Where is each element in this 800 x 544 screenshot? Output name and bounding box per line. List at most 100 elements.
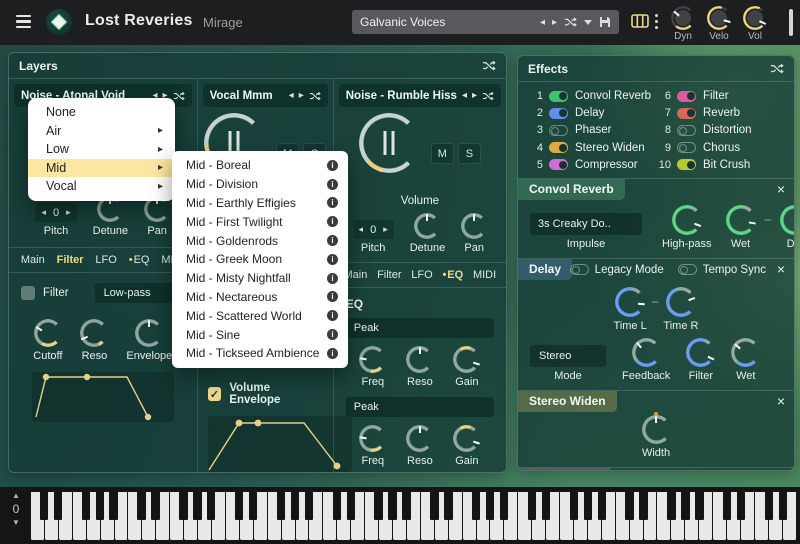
info-icon[interactable]: i [327,310,338,321]
eq-band1-freq-knob[interactable]: Freq [359,346,386,388]
layer-submenu-item[interactable]: Mid - Earthly Effigiesi [172,194,348,213]
layer3-next-icon[interactable]: ▸ [472,90,477,101]
effect-enable-toggle[interactable] [677,91,696,102]
layer3-shuffle-icon[interactable] [482,91,494,101]
layer-submenu-item[interactable]: Mid - Scattered Worldi [172,306,348,325]
piano-black-key[interactable] [151,492,159,520]
info-icon[interactable]: i [327,291,338,302]
piano-black-key[interactable] [625,492,633,520]
layer3-mute-button[interactable]: M [431,143,454,164]
preset-next-icon[interactable]: ▸ [552,17,557,28]
eq-band2-gain-knob[interactable]: Gain [453,425,480,467]
piano-black-key[interactable] [402,492,410,520]
effect-slot-phaser[interactable]: 3Phaser [528,123,656,137]
piano-black-key[interactable] [500,492,508,520]
piano-black-key[interactable] [779,492,787,520]
layer3-header[interactable]: Noise - Rumble Hiss ◂ ▸ [339,84,501,107]
impulse-value[interactable]: 3s Creaky Do.. [530,213,642,235]
piano-black-key[interactable] [235,492,243,520]
layer3-pan-knob[interactable]: Pan [461,213,487,254]
reso-knob[interactable]: Reso [80,319,108,362]
tab-eq[interactable]: •EQ [442,269,463,281]
info-icon[interactable]: i [327,348,338,359]
layer-menu-item-none[interactable]: None [28,103,175,122]
stereo-widen-tab[interactable]: Stereo Widen [518,391,617,412]
effect-enable-toggle[interactable] [549,108,568,119]
effects-shuffle-icon[interactable] [770,63,784,74]
effect-slot-bit-crush[interactable]: 10Bit Crush [656,158,784,172]
layer3-volume-knob[interactable] [359,113,419,173]
time-r-knob[interactable]: Time R [663,287,698,332]
piano-black-key[interactable] [333,492,341,520]
layer2-prev-icon[interactable]: ◂ [289,90,294,101]
effect-slot-filter[interactable]: 6Filter [656,89,784,103]
delay-mode-value[interactable]: Stereo [530,345,606,367]
effect-enable-toggle[interactable] [549,159,568,170]
effect-enable-toggle[interactable] [549,91,568,102]
stereo-widen-close-icon[interactable]: × [777,394,785,408]
octave-up-icon[interactable]: ▲ [12,491,20,500]
piano-black-key[interactable] [472,492,480,520]
delay-close-icon[interactable]: × [777,262,785,276]
piano-black-key[interactable] [305,492,313,520]
piano-black-key[interactable] [695,492,703,520]
piano-black-key[interactable] [430,492,438,520]
layer1-shuffle-icon[interactable] [173,91,185,101]
piano-black-key[interactable] [486,492,494,520]
layer-menu-item-vocal[interactable]: Vocal▸ [28,177,175,196]
tab-eq[interactable]: •EQ [129,254,150,266]
layer-menu-item-low[interactable]: Low▸ [28,140,175,159]
tab-main[interactable]: Main [21,254,45,266]
info-icon[interactable]: i [327,273,338,284]
effect-slot-stereo-widen[interactable]: 4Stereo Widen [528,141,656,155]
pitch-decrement-icon[interactable]: ◂ [359,224,364,235]
piano-black-key[interactable] [639,492,647,520]
legacy-mode-toggle[interactable]: Legacy Mode [570,264,664,276]
piano-black-key[interactable] [388,492,396,520]
effect-enable-toggle[interactable] [677,125,696,136]
cutoff-knob[interactable]: Cutoff [33,319,62,362]
convol-reverb-tab[interactable]: Convol Reverb [518,179,625,200]
delay-wet-knob[interactable]: Wet [731,338,760,382]
piano-black-key[interactable] [347,492,355,520]
effect-slot-delay[interactable]: 2Delay [528,106,656,120]
layer3-solo-button[interactable]: S [458,143,481,164]
piano-black-key[interactable] [277,492,285,520]
tab-lfo[interactable]: LFO [95,254,116,266]
piano-black-key[interactable] [681,492,689,520]
keyboard-toggle-icon[interactable] [631,14,649,28]
eq-band1-gain-knob[interactable]: Gain [453,346,480,388]
octave-down-icon[interactable]: ▼ [12,518,20,527]
piano-black-key[interactable] [291,492,299,520]
layer-submenu-item[interactable]: Mid - Greek Mooni [172,250,348,269]
more-options-icon[interactable] [655,14,659,29]
effect-enable-toggle[interactable] [549,142,568,153]
delay-filter-knob[interactable]: Filter [686,338,715,382]
piano-black-key[interactable] [765,492,773,520]
preset-selector[interactable]: Galvanic Voices ◂ ▸ [352,10,619,34]
layer-menu-item-air[interactable]: Air▸ [28,122,175,141]
eq-band2-reso-knob[interactable]: Reso [406,425,433,467]
compressor-tab[interactable]: Compressor [518,468,611,471]
piano-black-key[interactable] [109,492,117,520]
effect-enable-toggle[interactable] [677,159,696,170]
info-icon[interactable]: i [327,160,338,171]
piano-black-key[interactable] [528,492,536,520]
layer2-shuffle-icon[interactable] [309,91,321,101]
tab-midi[interactable]: MIDI [473,269,496,281]
piano-black-key[interactable] [96,492,104,520]
layer-submenu-item[interactable]: Mid - Nectareousi [172,288,348,307]
eq-band2-freq-knob[interactable]: Freq [359,425,386,467]
eq-band1-type-dropdown[interactable]: Peak [346,318,494,338]
effect-slot-convol-reverb[interactable]: 1Convol Reverb [528,89,656,103]
layer-submenu-item[interactable]: Mid - Tickseed Ambiencei [172,344,348,363]
layer3-prev-icon[interactable]: ◂ [462,90,467,101]
piano-black-key[interactable] [542,492,550,520]
volume-envelope-graph[interactable] [208,416,352,472]
window-resize-handle[interactable] [789,9,793,36]
piano-black-key[interactable] [179,492,187,520]
layer3-pitch-stepper[interactable]: ◂ 0 ▸ Pitch [353,220,394,254]
effect-enable-toggle[interactable] [677,108,696,119]
vol-knob[interactable]: Vol [738,6,772,42]
highpass-knob[interactable]: High-pass [662,205,712,250]
